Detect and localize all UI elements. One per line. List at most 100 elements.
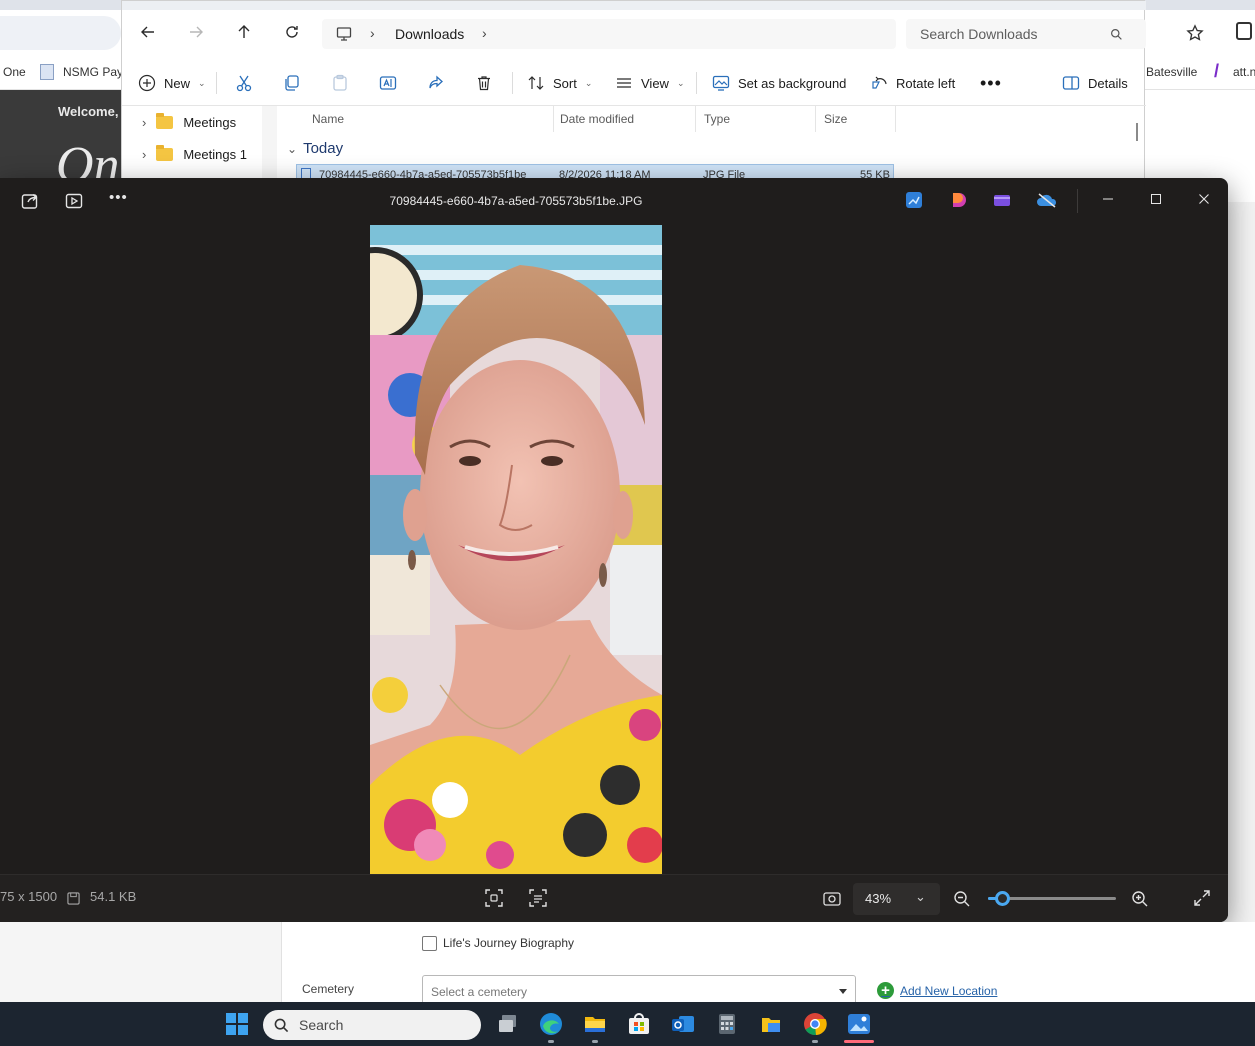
wallpaper-icon: [712, 75, 730, 91]
pane-divider: [262, 106, 277, 181]
delete-button[interactable]: [475, 72, 493, 94]
taskbar-calculator[interactable]: [715, 1012, 739, 1036]
photo-filename: 70984445-e660-4b7a-a5ed-705573b5f1be.JPG: [389, 194, 643, 208]
bookmark-one[interactable]: One: [3, 65, 26, 79]
slideshow-button[interactable]: [64, 191, 86, 213]
share-icon: [429, 75, 443, 89]
add-new-location-link[interactable]: + Add New Location: [877, 982, 997, 999]
breadcrumb-downloads[interactable]: Downloads: [395, 26, 464, 42]
share-button[interactable]: [427, 72, 445, 94]
edit-image-button[interactable]: [905, 191, 927, 213]
view-label: View: [641, 75, 669, 91]
breadcrumb-chevron-icon[interactable]: ›: [482, 25, 487, 41]
zoom-slider-thumb[interactable]: [995, 891, 1010, 906]
clipchamp-button[interactable]: [993, 191, 1015, 213]
refresh-button[interactable]: [278, 22, 306, 46]
chrome-icon: [804, 1013, 827, 1036]
share-button[interactable]: [20, 191, 42, 213]
up-button[interactable]: [230, 22, 258, 46]
forward-button[interactable]: [182, 22, 210, 46]
cemetery-select[interactable]: Select a cemetery: [422, 975, 856, 1005]
search-downloads-input[interactable]: Search Downloads: [906, 19, 1146, 49]
taskbar-search-box[interactable]: Search: [263, 1010, 481, 1040]
set-as-background-label: Set as background: [738, 75, 847, 91]
chevron-down-icon: ⌄: [287, 141, 298, 156]
column-header-date-modified[interactable]: Date modified: [552, 106, 696, 132]
taskbar-photos[interactable]: [847, 1012, 871, 1036]
portrait-photo-image: [370, 225, 662, 874]
share-icon: [21, 194, 38, 209]
arrow-right-icon: [190, 26, 203, 38]
taskbar-store[interactable]: [627, 1012, 651, 1036]
task-view-button[interactable]: [496, 1012, 520, 1036]
bookmark-nsmg[interactable]: NSMG Pay: [63, 65, 123, 79]
zoom-out-button[interactable]: [953, 890, 971, 908]
sort-label: Sort: [553, 75, 577, 91]
back-button[interactable]: [134, 22, 162, 46]
details-button[interactable]: Details: [1062, 72, 1128, 94]
set-as-background-button[interactable]: Set as background: [712, 72, 846, 94]
sort-button[interactable]: Sort ⌄: [527, 72, 592, 94]
zoom-value: 43%: [865, 891, 892, 906]
view-button[interactable]: View ⌄: [615, 72, 685, 94]
group-header-today[interactable]: ⌄ Today: [287, 140, 343, 157]
star-icon[interactable]: [1186, 24, 1204, 42]
clipchamp-icon: [994, 195, 1010, 206]
taskbar-sticky-app[interactable]: [759, 1012, 783, 1036]
address-bar[interactable]: › Downloads ›: [322, 19, 896, 49]
column-header-type[interactable]: Type: [696, 106, 816, 132]
copy-button[interactable]: [283, 72, 301, 94]
taskbar-search-label: Search: [299, 1017, 344, 1033]
start-button[interactable]: [226, 1013, 248, 1035]
browser-address-bar[interactable]: [0, 16, 121, 50]
bookmark-att[interactable]: att.n: [1233, 65, 1255, 79]
search-icon: [274, 1018, 289, 1033]
zoom-slider[interactable]: [988, 891, 1116, 906]
column-header-size[interactable]: Size: [816, 106, 896, 132]
taskbar-edge[interactable]: [539, 1012, 563, 1036]
extensions-icon[interactable]: [1236, 22, 1252, 40]
bookmark-batesville[interactable]: Batesville: [1146, 65, 1197, 79]
file-explorer-window: › Downloads › Search Downloads New ⌄ Sor…: [121, 0, 1146, 182]
onedrive-button[interactable]: [1036, 191, 1058, 213]
more-options-button[interactable]: •••: [980, 72, 1002, 94]
ellipsis-icon: •••: [109, 189, 128, 206]
sort-icon: [528, 76, 544, 90]
more-options-button[interactable]: •••: [108, 189, 130, 213]
rotate-left-button[interactable]: Rotate left: [870, 72, 955, 94]
lifes-journey-checkbox[interactable]: [422, 936, 437, 951]
maximize-button[interactable]: [1144, 190, 1168, 212]
refresh-icon: [286, 26, 298, 38]
rename-button[interactable]: [379, 72, 397, 94]
chevron-right-icon[interactable]: ›: [142, 115, 146, 130]
active-app-indicator: [844, 1040, 874, 1043]
chevron-right-icon[interactable]: ›: [142, 147, 146, 162]
outlook-icon: [672, 1016, 694, 1032]
taskbar-file-explorer[interactable]: [583, 1012, 607, 1036]
displayed-photo[interactable]: [370, 225, 662, 874]
live-crop-button[interactable]: [484, 888, 504, 908]
sidebar-item-meetings-1[interactable]: › Meetings 1: [142, 143, 247, 165]
taskbar-chrome[interactable]: [803, 1012, 827, 1036]
taskbar: Search: [0, 1002, 1255, 1046]
zoom-in-button[interactable]: [1131, 890, 1149, 908]
scan-frame-icon: [485, 889, 503, 907]
taskbar-outlook[interactable]: [671, 1012, 695, 1036]
fit-to-window-button[interactable]: [822, 889, 842, 909]
designer-button[interactable]: [950, 191, 972, 213]
search-placeholder: Search Downloads: [920, 26, 1038, 42]
scan-text-button[interactable]: [528, 888, 548, 908]
add-circle-icon: +: [877, 982, 894, 999]
sidebar-item-meetings[interactable]: › Meetings: [142, 111, 236, 133]
scrollbar-thumb[interactable]: [1136, 123, 1138, 141]
close-button[interactable]: [1192, 190, 1216, 212]
column-header-name[interactable]: Name: [304, 106, 554, 132]
add-new-location-label: Add New Location: [900, 983, 998, 998]
new-button[interactable]: New ⌄: [138, 72, 206, 94]
obituary-form: Life's Journey Biography Cemetery Select…: [0, 922, 1255, 1005]
cut-button[interactable]: [235, 72, 253, 94]
full-screen-button[interactable]: [1193, 889, 1211, 907]
minimize-button[interactable]: [1096, 190, 1120, 212]
paste-button[interactable]: [331, 72, 349, 94]
zoom-level-dropdown[interactable]: 43% ⌄: [853, 883, 940, 915]
